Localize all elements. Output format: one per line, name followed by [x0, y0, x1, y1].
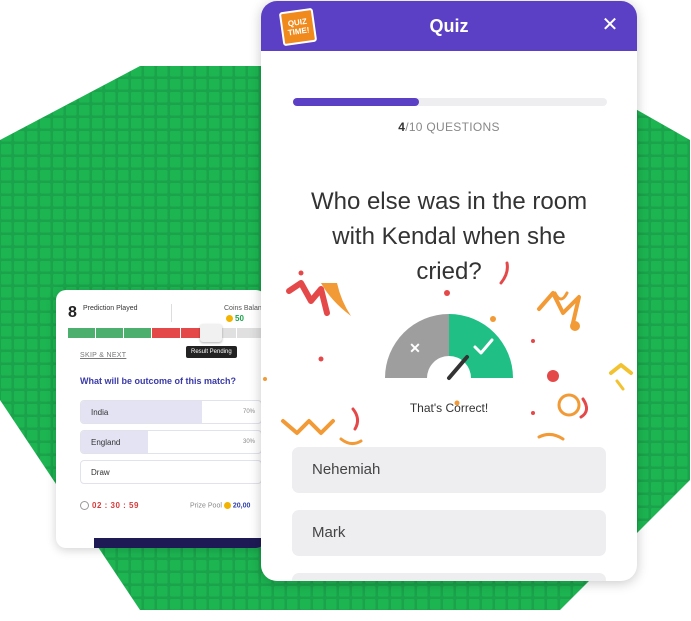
option-india[interactable]: India 70% — [80, 400, 262, 424]
quiz-card: QUIZ TIME! Quiz ✕ 4/10 QUESTIONS Who else… — [261, 1, 637, 581]
answer-option-1[interactable]: Nehemiah — [292, 447, 606, 493]
progress-fill — [293, 98, 419, 106]
coin-icon — [226, 315, 233, 323]
question-counter: 4/10 QUESTIONS — [398, 120, 500, 134]
option-label: India — [91, 408, 109, 417]
score-gauge: ✕ — [385, 314, 513, 400]
prediction-history-bar — [68, 328, 264, 338]
svg-text:✕: ✕ — [409, 340, 421, 356]
option-draw[interactable]: Draw — [80, 460, 262, 484]
prize-pool: Prize Pool 20,00 — [190, 502, 251, 510]
quiz-title: Quiz — [429, 16, 469, 36]
option-percent: 30% — [242, 439, 255, 445]
coin-icon — [223, 502, 231, 509]
history-segment — [124, 328, 152, 338]
result-pending-tooltip: Result Pending — [186, 346, 237, 358]
prediction-card: 8 Prediction Played Coins Balan 50 Resul… — [56, 290, 266, 548]
option-label: Draw — [91, 468, 110, 477]
pending-marker[interactable] — [200, 324, 222, 342]
confetti-decoration: ✕ — [263, 261, 633, 471]
result-text: That's Correct! — [409, 401, 489, 415]
option-england[interactable]: England 30% — [80, 430, 262, 454]
coins-balance: 50 — [226, 314, 244, 323]
answer-option-2[interactable]: Mark — [292, 510, 606, 556]
close-icon[interactable]: ✕ — [599, 14, 621, 36]
option-label: England — [91, 438, 121, 447]
skip-next-link[interactable]: SKIP & NEXT — [80, 352, 126, 359]
history-segment — [152, 328, 180, 338]
history-segment — [96, 328, 124, 338]
answer-option-3[interactable] — [292, 573, 606, 581]
predictions-label: Prediction Played — [83, 305, 138, 312]
predictions-count: 8 — [68, 304, 77, 321]
quiz-header: QUIZ TIME! Quiz ✕ — [261, 1, 637, 51]
divider — [171, 304, 172, 322]
timer-icon — [80, 501, 89, 510]
banner-strip — [94, 538, 266, 548]
option-percent: 70% — [242, 409, 255, 415]
countdown-timer: 02 : 30 : 59 — [92, 501, 139, 510]
history-segment — [68, 328, 96, 338]
coins-balance-label: Coins Balan — [224, 305, 262, 312]
quiz-progress-bar — [293, 98, 607, 106]
history-segment — [236, 328, 264, 338]
prediction-question: What will be outcome of this match? — [80, 376, 237, 386]
quiz-question: Who else was in the room with Kendal whe… — [310, 188, 588, 285]
